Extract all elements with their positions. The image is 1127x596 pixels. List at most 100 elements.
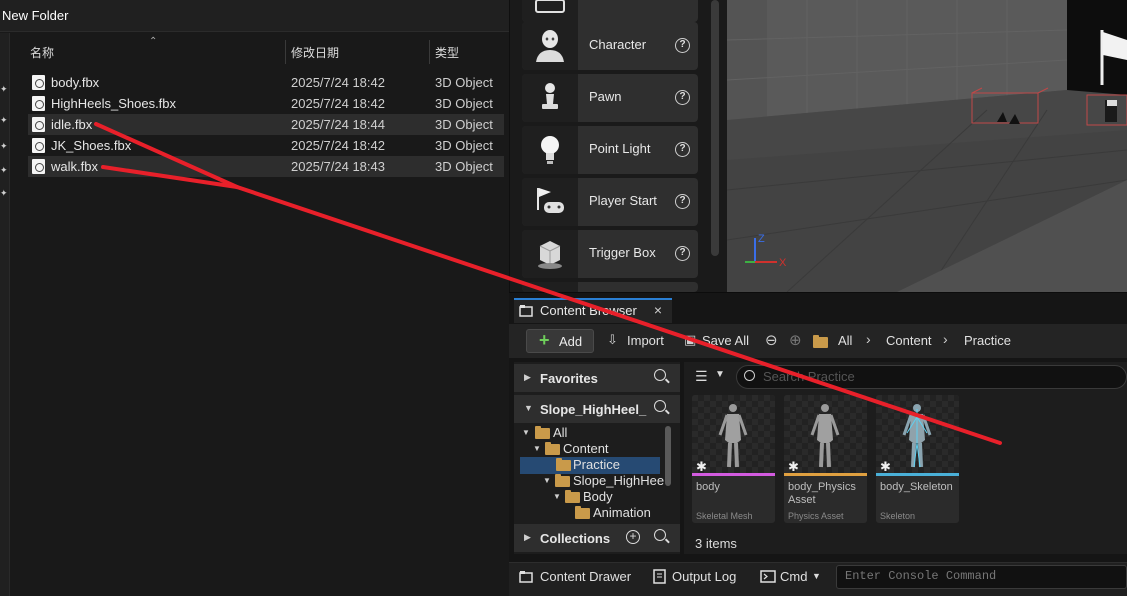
search-field[interactable] [736,365,1127,389]
collapse-arrow-icon[interactable]: ▼ [522,428,530,437]
actor-item-player-start[interactable]: Player Start ? [522,178,698,226]
column-header-date[interactable]: 修改日期 [291,44,339,61]
asset-type-strip [784,473,867,476]
chevron-down-icon[interactable]: ▼ [812,571,821,581]
column-header-type[interactable]: 类型 [435,44,459,61]
asset-tile-body[interactable]: ✱ body Skeletal Mesh [692,395,775,523]
project-header[interactable]: ▼ Slope_HighHeel_ [514,395,680,423]
pin-icon[interactable]: ✦ [0,189,8,198]
3d-object-file-icon [32,138,45,153]
output-log-icon[interactable] [653,569,667,584]
folder-icon [556,458,571,471]
console-input[interactable] [845,569,1120,583]
breadcrumb-content[interactable]: Content [886,333,932,348]
actor-label: Character [589,37,647,52]
pin-icon[interactable]: ✦ [0,85,8,94]
place-actors-scrollbar[interactable] [711,0,719,256]
search-icon[interactable] [654,369,666,381]
actor-item-point-light[interactable]: Point Light ? [522,126,698,174]
search-icon[interactable] [654,529,666,541]
add-collection-icon[interactable]: + [626,530,640,544]
console-field[interactable] [836,565,1127,589]
cmd-dropdown[interactable]: Cmd [780,569,807,584]
tree-item-all[interactable]: ▼ All [522,425,662,441]
tree-scrollbar[interactable] [665,426,671,486]
add-button[interactable]: + Add [526,329,594,353]
3d-object-file-icon [32,75,45,90]
file-date: 2025/7/24 18:42 [291,138,385,153]
file-row-selected[interactable]: idle.fbx 2025/7/24 18:44 3D Object [28,114,504,135]
help-icon[interactable]: ? [675,38,690,53]
actor-item-partial[interactable] [522,282,698,292]
expand-arrow-icon[interactable]: ▶ [524,372,531,383]
column-divider[interactable] [429,40,430,64]
terminal-icon[interactable] [760,570,776,583]
pin-icon[interactable]: ✦ [0,142,8,151]
favorites-header[interactable]: ▶ Favorites [514,364,680,392]
collapse-arrow-icon[interactable]: ▼ [524,403,533,413]
tree-item-practice[interactable]: Practice [555,457,660,473]
content-browser-icon [519,305,533,317]
explorer-nav-pane[interactable]: ✦ ✦ ✦ ✦ ✦ [0,33,10,596]
plus-icon: + [539,330,550,350]
breadcrumb-separator-icon[interactable]: › [866,331,871,347]
history-back-icon[interactable]: ⊖ [765,331,778,349]
column-header-name[interactable]: 名称 [30,44,54,61]
close-icon[interactable]: × [654,302,662,318]
collapse-arrow-icon[interactable]: ▼ [553,492,561,501]
collapse-arrow-icon[interactable]: ▼ [543,476,551,485]
tree-item-slope-highheel[interactable]: ▼ Slope_HighHee [543,473,664,489]
file-type: 3D Object [435,75,493,90]
content-drawer-icon[interactable] [519,570,535,584]
search-icon[interactable] [654,400,666,412]
output-log-button[interactable]: Output Log [672,569,736,584]
collections-header[interactable]: ▶ Collections + [514,524,680,552]
help-icon[interactable]: ? [675,90,690,105]
filter-icon[interactable]: ☰ [695,368,708,385]
search-input[interactable] [763,369,1113,384]
level-viewport[interactable]: Z X [727,0,1127,292]
folder-icon [813,335,828,348]
actor-item-trigger-box[interactable]: Trigger Box ? [522,230,698,278]
asset-tile-physics-asset[interactable]: ✱ body_Physics Asset Physics Asset [784,395,867,523]
asset-tile-skeleton[interactable]: ✱ body_Skeleton Skeleton [876,395,959,523]
history-forward-icon[interactable]: ⊕ [789,331,802,349]
help-icon[interactable]: ? [675,194,690,209]
tree-label: Content [563,441,609,456]
folder-icon [535,426,550,439]
chevron-down-icon[interactable]: ▼ [715,369,725,380]
tree-item-animation[interactable]: Animation [575,505,665,521]
tree-item-body[interactable]: ▼ Body [553,489,663,505]
actor-item-pawn[interactable]: Pawn ? [522,74,698,122]
content-drawer-button[interactable]: Content Drawer [540,569,631,584]
import-icon[interactable]: ⇩ [607,332,618,348]
column-divider[interactable] [285,40,286,64]
expand-arrow-icon[interactable]: ▶ [524,532,531,543]
help-icon[interactable]: ? [675,142,690,157]
actor-label: Player Start [589,193,657,208]
breadcrumb-practice[interactable]: Practice [964,333,1011,348]
file-type: 3D Object [435,96,493,111]
save-all-icon[interactable]: ▣ [684,332,696,348]
file-type: 3D Object [435,159,493,174]
pin-icon[interactable]: ✦ [0,116,8,125]
collapse-arrow-icon[interactable]: ▼ [533,444,541,453]
3d-object-file-icon [32,117,45,132]
file-row[interactable]: JK_Shoes.fbx 2025/7/24 18:42 3D Object [28,135,504,156]
actor-label: Trigger Box [589,245,656,260]
tree-item-content[interactable]: ▼ Content [533,441,663,457]
actor-item-character[interactable]: Character ? [522,22,698,70]
save-all-button[interactable]: Save All [702,333,749,348]
pin-icon[interactable]: ✦ [0,166,8,175]
actor-item-partial[interactable] [522,0,698,22]
file-row[interactable]: body.fbx 2025/7/24 18:42 3D Object [28,72,504,93]
tab-content-browser[interactable]: Content Browser × [514,298,672,323]
help-icon[interactable]: ? [675,246,690,261]
file-name: HighHeels_Shoes.fbx [51,96,177,111]
trigger-box-icon [538,241,562,269]
file-row-selected[interactable]: walk.fbx 2025/7/24 18:43 3D Object [28,156,504,177]
import-button[interactable]: Import [627,333,664,348]
breadcrumb-separator-icon[interactable]: › [943,331,948,347]
file-row[interactable]: HighHeels_Shoes.fbx 2025/7/24 18:42 3D O… [28,93,504,114]
breadcrumb-all[interactable]: All [838,333,852,348]
